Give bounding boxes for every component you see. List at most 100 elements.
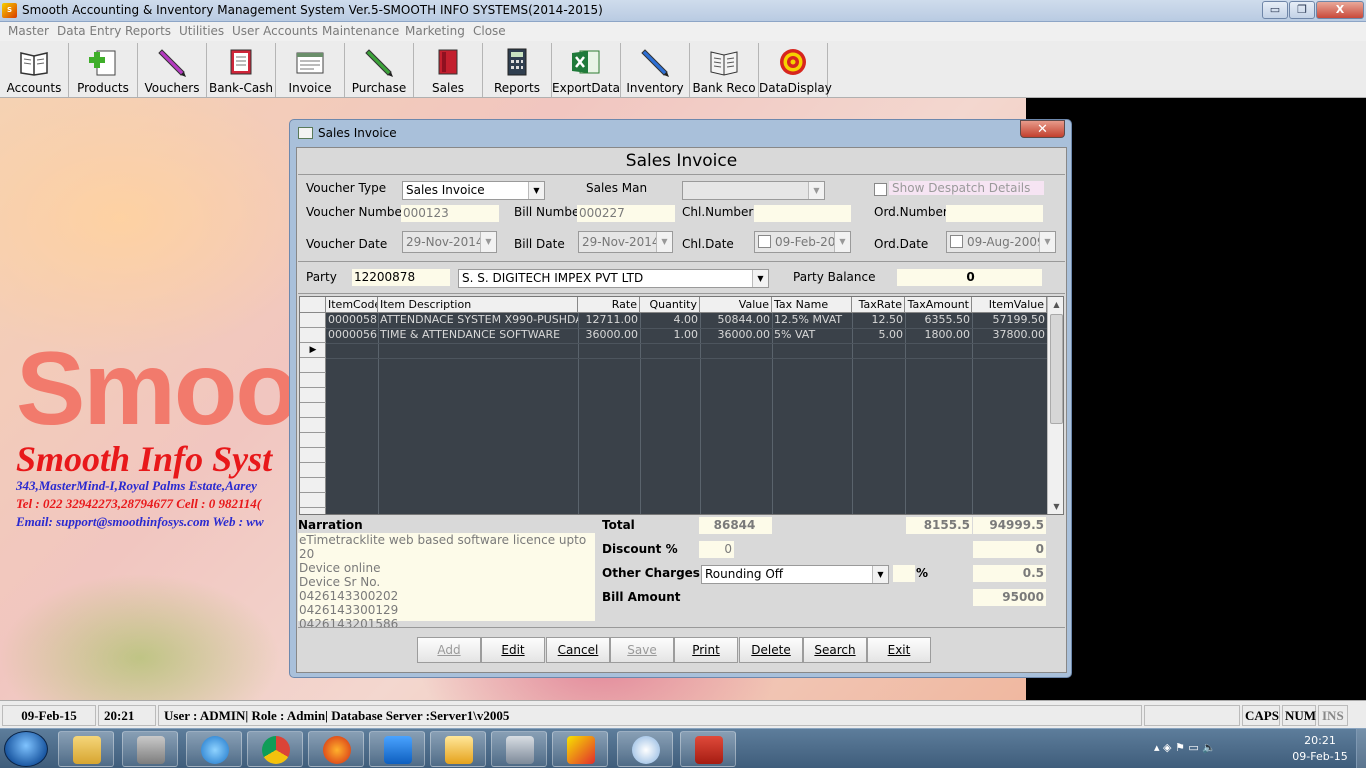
toolbar-data-display-button[interactable]: DataDisplay	[759, 43, 832, 97]
toolbar-bank-reco-button[interactable]: Bank Reco	[690, 43, 759, 97]
row-selector[interactable]	[300, 478, 326, 493]
menu-master[interactable]: Master	[8, 24, 49, 38]
toolbar-vouchers-button[interactable]: Vouchers	[138, 43, 207, 97]
table-cell[interactable]: 6355.50	[905, 313, 972, 328]
cancel-button[interactable]: Cancel	[546, 637, 610, 663]
show-desktop-button[interactable]	[1356, 729, 1366, 768]
menu-maintenance[interactable]: Maintenance	[322, 24, 399, 38]
table-cell[interactable]: 57199.50	[972, 313, 1047, 328]
voucher-number-field[interactable]: 000123	[401, 205, 499, 222]
minimize-button[interactable]: ▭	[1262, 1, 1288, 19]
taskbar-chrome[interactable]	[247, 731, 303, 767]
party-code-field[interactable]: 12200878	[352, 269, 450, 286]
close-window-button[interactable]: X	[1316, 1, 1364, 19]
table-cell[interactable]: 5% VAT	[772, 328, 852, 343]
toolbar-bank-cash-button[interactable]: Bank-Cash	[207, 43, 276, 97]
discount-amount-field[interactable]: 0	[973, 541, 1046, 558]
table-cell[interactable]: 1800.00	[905, 328, 972, 343]
table-cell[interactable]: 4.00	[640, 313, 700, 328]
row-selector[interactable]	[300, 463, 326, 478]
row-selector[interactable]	[300, 358, 326, 373]
start-button[interactable]	[4, 731, 48, 767]
system-tray[interactable]: ▴ ◈ ⚑ ▭ 🔈	[1150, 731, 1280, 767]
toolbar-invoice-button[interactable]: Invoice	[276, 43, 345, 97]
col-header-item-description[interactable]: Item Description	[378, 297, 578, 313]
col-header-taxamount[interactable]: TaxAmount	[905, 297, 972, 313]
edit-button[interactable]: Edit	[481, 637, 545, 663]
table-cell[interactable]: 36000.00	[700, 328, 772, 343]
taskbar-acrobat[interactable]	[680, 731, 736, 767]
row-selector[interactable]	[300, 493, 326, 508]
table-cell[interactable]: TIME & ATTENDANCE SOFTWARE	[378, 328, 578, 343]
search-button[interactable]: Search	[803, 637, 867, 663]
current-row-indicator-icon[interactable]: ▶	[300, 343, 326, 358]
toolbar-inventory-button[interactable]: Inventory	[621, 43, 690, 97]
table-cell[interactable]: 0000058	[326, 313, 378, 328]
sales-man-select[interactable]: ▼	[682, 181, 825, 200]
row-selector[interactable]	[300, 373, 326, 388]
toolbar-export-data-button[interactable]: ExportData	[552, 43, 621, 97]
menu-user-accounts[interactable]: User Accounts	[232, 24, 318, 38]
taskbar-outlook[interactable]	[430, 731, 486, 767]
taskbar-smooth-app[interactable]	[552, 731, 608, 767]
col-header-quantity[interactable]: Quantity	[640, 297, 700, 313]
table-cell[interactable]: 0000056	[326, 328, 378, 343]
row-selector[interactable]	[300, 328, 326, 343]
other-charges-percent-field[interactable]	[893, 565, 915, 582]
toolbar-reports-button[interactable]: Reports	[483, 43, 552, 97]
exit-button[interactable]: Exit	[867, 637, 931, 663]
scroll-thumb[interactable]	[1050, 314, 1063, 424]
col-header-itemcode[interactable]: ItemCode	[326, 297, 378, 313]
narration-textarea[interactable]: eTimetracklite web based software licenc…	[298, 533, 595, 631]
col-header-rate[interactable]: Rate	[578, 297, 640, 313]
ord-date-picker[interactable]: 09-Aug-2009 ▼	[946, 231, 1056, 253]
table-cell[interactable]: 1.00	[640, 328, 700, 343]
bill-number-field[interactable]: 000227	[577, 205, 675, 222]
scroll-down-icon[interactable]: ▼	[1048, 499, 1063, 514]
table-cell[interactable]: 5.00	[852, 328, 905, 343]
other-charges-select[interactable]: Rounding Off ▼	[701, 565, 889, 584]
chl-date-picker[interactable]: 09-Feb-2015 ▼	[754, 231, 851, 253]
menu-data-entry[interactable]: Data Entry	[57, 24, 121, 38]
row-selector[interactable]	[300, 448, 326, 463]
row-selector[interactable]	[300, 418, 326, 433]
tray-icons[interactable]: ▴ ◈ ⚑ ▭ 🔈	[1154, 741, 1216, 754]
table-cell[interactable]: 12.50	[852, 313, 905, 328]
taskbar-paint[interactable]	[617, 731, 673, 767]
row-selector[interactable]	[300, 313, 326, 328]
voucher-type-select[interactable]: Sales Invoice ▼	[402, 181, 545, 200]
show-despatch-checkbox[interactable]	[874, 183, 887, 196]
bill-date-picker[interactable]: 29-Nov-2014 ▼	[578, 231, 673, 253]
toolbar-purchase-button[interactable]: Purchase	[345, 43, 414, 97]
taskbar-calculator[interactable]	[491, 731, 547, 767]
delete-button[interactable]: Delete	[739, 637, 803, 663]
table-cell[interactable]: 36000.00	[578, 328, 640, 343]
menu-utilities[interactable]: Utilities	[179, 24, 224, 38]
dialog-close-button[interactable]: ✕	[1020, 120, 1065, 138]
table-cell[interactable]: 37800.00	[972, 328, 1047, 343]
menu-marketing[interactable]: Marketing	[405, 24, 465, 38]
taskbar-tools[interactable]	[122, 731, 178, 767]
table-cell[interactable]: 50844.00	[700, 313, 772, 328]
menu-reports[interactable]: Reports	[125, 24, 171, 38]
taskbar-teamviewer[interactable]	[369, 731, 425, 767]
table-cell[interactable]: ATTENDNACE SYSTEM X990-PUSHDA	[378, 313, 578, 328]
row-selector[interactable]	[300, 403, 326, 418]
invoice-items-grid[interactable]: ItemCode Item Description Rate Quantity …	[299, 296, 1064, 515]
grid-scrollbar[interactable]: ▲ ▼	[1047, 297, 1063, 514]
add-button[interactable]: Add	[417, 637, 481, 663]
voucher-date-picker[interactable]: 29-Nov-2014 ▼	[402, 231, 497, 253]
toolbar-products-button[interactable]: Products	[69, 43, 138, 97]
ord-date-checkbox[interactable]	[950, 235, 963, 248]
maximize-button[interactable]: ❐	[1289, 1, 1315, 19]
col-header-value[interactable]: Value	[700, 297, 772, 313]
taskbar-file-explorer[interactable]	[58, 731, 114, 767]
col-header-itemvalue[interactable]: ItemValue	[972, 297, 1047, 313]
toolbar-accounts-button[interactable]: Accounts	[0, 43, 69, 97]
chl-date-checkbox[interactable]	[758, 235, 771, 248]
menu-close[interactable]: Close	[473, 24, 506, 38]
ord-number-field[interactable]	[946, 205, 1043, 222]
taskbar-internet-explorer[interactable]	[186, 731, 242, 767]
row-selector[interactable]	[300, 388, 326, 403]
other-charges-amount-field[interactable]: 0.5	[973, 565, 1046, 582]
